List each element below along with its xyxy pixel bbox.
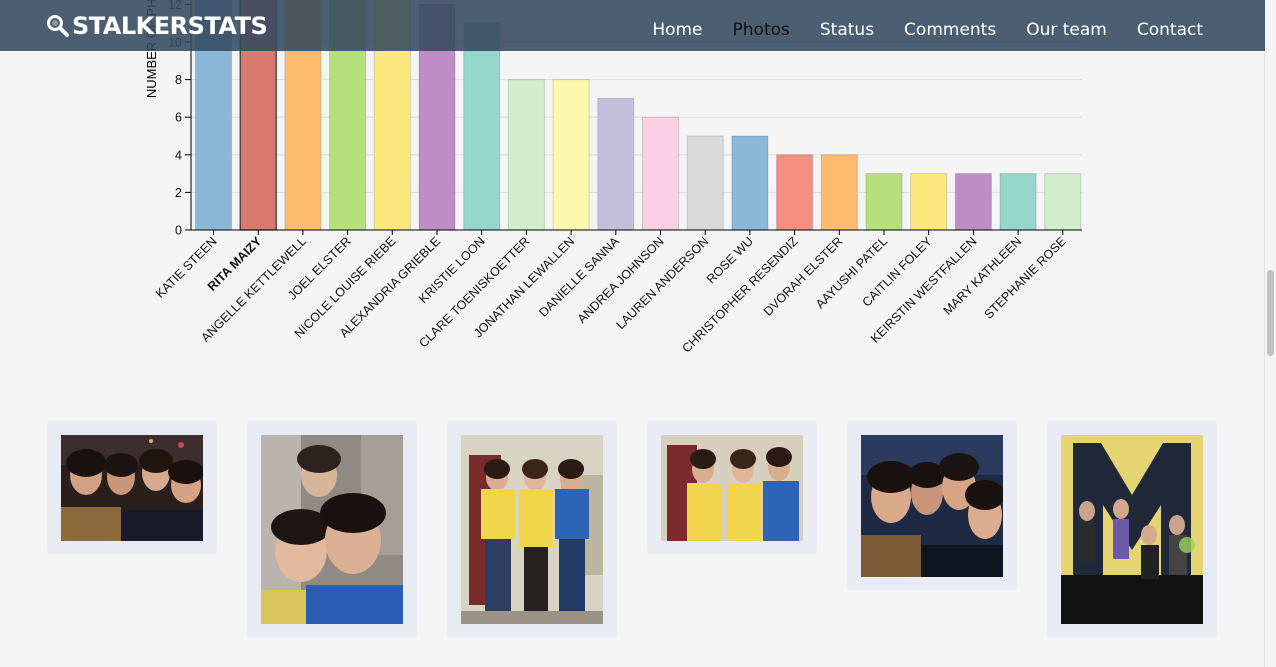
photo-image xyxy=(1061,435,1203,624)
magnifier-icon xyxy=(47,15,69,37)
photos-bar-chart: 024681012KATIE STEENRITA MAIZYANGELLE KE… xyxy=(144,0,1082,355)
x-tick-label: STEPHANIE ROSE xyxy=(981,234,1069,322)
nav-comments[interactable]: Comments xyxy=(904,12,996,40)
x-tick-label: ANDREA JOHNSON xyxy=(575,234,667,326)
nav-home[interactable]: Home xyxy=(652,12,702,40)
bar xyxy=(865,173,903,231)
x-tick-label: LAUREN ANDERSON xyxy=(613,234,711,332)
bar xyxy=(999,173,1037,231)
bar xyxy=(910,173,948,231)
nav-contact[interactable]: Contact xyxy=(1137,12,1203,40)
y-tick-label: 6 xyxy=(175,111,182,125)
bar xyxy=(507,79,545,231)
nav-status[interactable]: Status xyxy=(820,12,874,40)
photo-image xyxy=(261,435,403,624)
bar xyxy=(731,135,769,231)
photo-thumbnail[interactable] xyxy=(261,435,403,624)
x-tick-label: DANIELLE SANNA xyxy=(536,234,622,320)
photo-image xyxy=(461,435,603,624)
bar xyxy=(463,22,501,231)
nav-photos[interactable]: Photos xyxy=(733,12,790,40)
y-tick-label: 4 xyxy=(175,148,182,162)
nav-our-team[interactable]: Our team xyxy=(1026,12,1107,40)
bar xyxy=(954,173,992,231)
navbar: STALKERSTATS Home Photos Status Comments… xyxy=(0,0,1265,51)
y-tick-label: 8 xyxy=(175,73,182,87)
y-tick-label: 0 xyxy=(175,224,182,238)
page-scrollbar[interactable] xyxy=(1264,0,1276,667)
bar xyxy=(552,79,590,231)
main-nav: Home Photos Status Comments Our team Con… xyxy=(637,0,1265,51)
x-tick-label: DVORAH ELSTER xyxy=(761,234,846,319)
photo-thumbnail[interactable] xyxy=(61,435,203,541)
bar xyxy=(597,97,635,231)
photo-card[interactable] xyxy=(847,421,1017,590)
x-tick-label: MARY KATHLEEN xyxy=(941,234,1025,318)
photo-thumbnail[interactable] xyxy=(1061,435,1203,624)
bar xyxy=(642,116,679,231)
x-tick-label: KATIE STEEN xyxy=(153,234,220,301)
bar xyxy=(820,154,858,231)
scrollbar-thumb[interactable] xyxy=(1267,270,1274,356)
photo-thumbnail[interactable] xyxy=(461,435,603,624)
photo-image xyxy=(61,435,203,541)
photo-image xyxy=(661,435,803,541)
photo-thumbnail[interactable] xyxy=(861,435,1003,577)
bar xyxy=(686,135,724,231)
bar xyxy=(1044,173,1082,231)
photo-image xyxy=(861,435,1003,577)
photo-card[interactable] xyxy=(647,421,817,554)
y-tick-label: 2 xyxy=(175,186,182,200)
photo-card[interactable] xyxy=(47,421,217,554)
brand-logo[interactable]: STALKERSTATS xyxy=(46,11,268,41)
brand-name: STALKERSTATS xyxy=(72,12,268,40)
bar xyxy=(776,154,814,231)
photo-card[interactable] xyxy=(247,421,417,637)
photo-card[interactable] xyxy=(1047,421,1217,637)
photo-card[interactable] xyxy=(447,421,617,637)
photo-thumbnail[interactable] xyxy=(661,435,803,541)
